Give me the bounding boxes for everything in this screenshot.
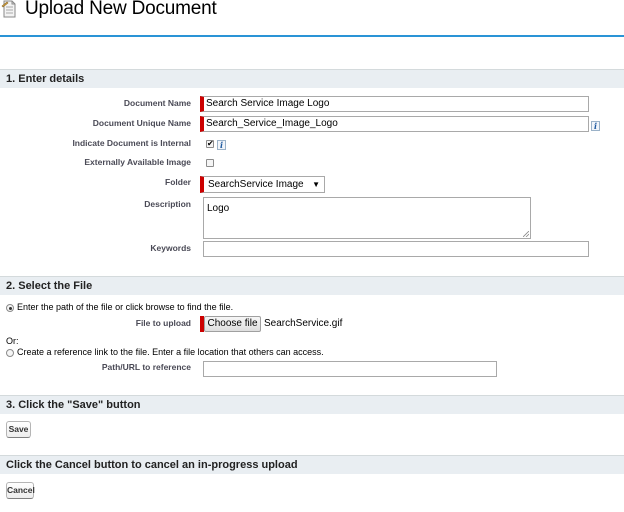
section-title: Click the Cancel button to cancel an in-… (6, 459, 298, 471)
internal-document-label: Indicate Document is Internal (72, 138, 191, 148)
description-textarea[interactable]: Logo (203, 197, 531, 239)
header-divider (0, 35, 624, 37)
path-url-label: Path/URL to reference (101, 362, 191, 372)
internal-document-checkbox[interactable]: ✔ (206, 140, 214, 148)
page-title: Upload New Document (25, 0, 217, 19)
keywords-input[interactable] (203, 241, 589, 257)
externally-available-label: Externally Available Image (84, 157, 191, 167)
chosen-file-name: SearchService.gif (264, 318, 343, 329)
info-icon[interactable]: i (217, 140, 226, 150)
save-button[interactable]: Save (6, 421, 31, 438)
file-to-upload-label: File to upload (135, 318, 191, 328)
section-enter-details: 1. Enter details (0, 69, 624, 88)
reference-link-option-label: Create a reference link to the file. Ent… (17, 347, 324, 357)
browse-file-option-label: Enter the path of the file or click brow… (17, 302, 234, 312)
dropdown-arrow-icon: ▼ (312, 180, 320, 189)
keywords-label: Keywords (150, 243, 191, 253)
folder-select[interactable]: SearchService Image ▼ (200, 176, 325, 193)
browse-file-radio[interactable] (6, 304, 14, 312)
section-title: 1. Enter details (6, 73, 85, 85)
document-icon (1, 0, 16, 18)
description-label: Description (144, 199, 191, 209)
document-unique-name-input[interactable]: Search_Service_Image_Logo (200, 116, 589, 132)
description-text: Logo (207, 203, 230, 214)
externally-available-checkbox[interactable] (206, 159, 214, 167)
section-select-file: 2. Select the File (0, 276, 624, 295)
section-click-save: 3. Click the "Save" button (0, 395, 624, 414)
document-unique-name-label: Document Unique Name (92, 118, 191, 128)
info-icon[interactable]: i (591, 121, 600, 131)
section-title: 3. Click the "Save" button (6, 399, 141, 411)
section-cancel-upload: Click the Cancel button to cancel an in-… (0, 455, 624, 474)
document-name-label: Document Name (123, 98, 191, 108)
path-url-input[interactable] (203, 361, 497, 377)
document-name-input[interactable]: Search Service Image Logo (200, 96, 589, 112)
choose-file-button[interactable]: Choose file (204, 316, 261, 332)
or-label: Or: (6, 336, 19, 346)
section-title: 2. Select the File (6, 280, 93, 292)
cancel-button[interactable]: Cancel (6, 482, 35, 499)
resize-grip-icon[interactable] (523, 231, 529, 237)
reference-link-radio[interactable] (6, 349, 14, 357)
folder-label: Folder (165, 177, 191, 187)
folder-selected-value: SearchService Image (208, 179, 304, 190)
page-header: Upload New Document (0, 0, 624, 37)
